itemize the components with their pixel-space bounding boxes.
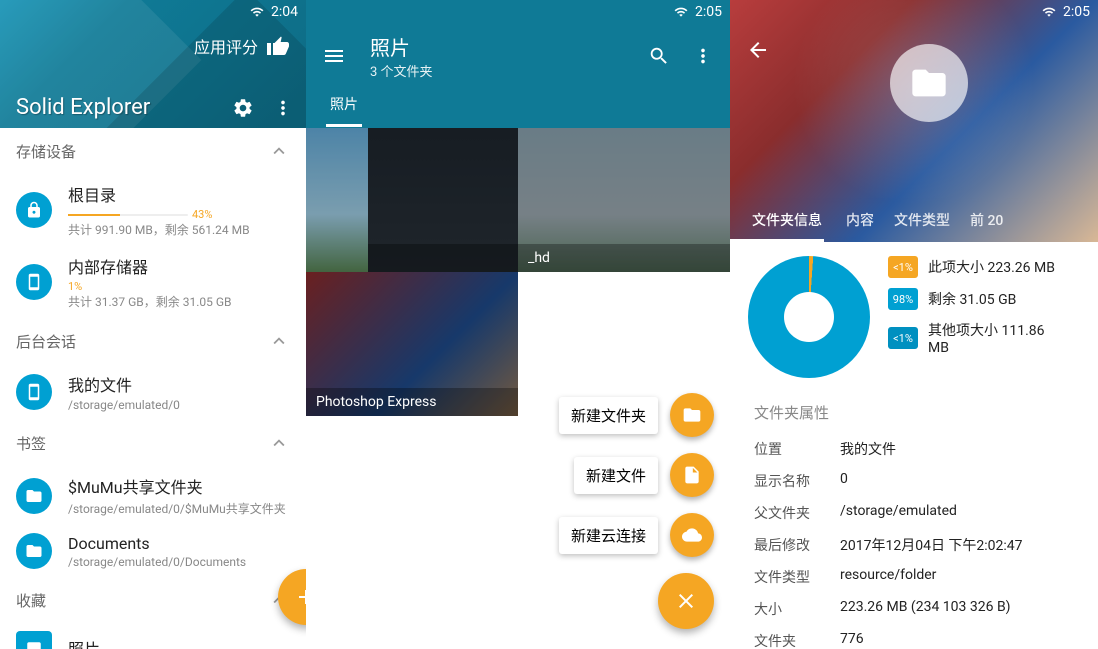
thumb-up-icon bbox=[266, 34, 290, 58]
label-new-cloud: 新建云连接 bbox=[559, 517, 658, 554]
file-icon bbox=[682, 465, 702, 485]
prop-folders: 文件夹776 bbox=[730, 625, 1098, 649]
prop-display: 显示名称0 bbox=[730, 465, 1098, 497]
tab-types[interactable]: 文件类型 bbox=[884, 210, 960, 230]
status-time: 2:04 bbox=[271, 4, 298, 20]
section-bookmarks[interactable]: 书签 bbox=[0, 420, 306, 466]
page-title: 照片 bbox=[370, 32, 626, 61]
tile-photoshop[interactable]: Photoshop Express bbox=[306, 272, 518, 416]
legend-chip-free: 98% bbox=[888, 288, 918, 310]
chevron-up-icon bbox=[268, 432, 290, 454]
prop-type: 文件类型resource/folder bbox=[730, 561, 1098, 593]
status-bar: 2:05 bbox=[306, 0, 730, 24]
wifi-icon bbox=[673, 5, 689, 19]
fab-close[interactable] bbox=[658, 573, 714, 629]
prop-size: 大小223.26 MB (234 103 326 B) bbox=[730, 593, 1098, 625]
app-title: Solid Explorer bbox=[16, 95, 214, 120]
tab-photos[interactable]: 照片 bbox=[326, 84, 362, 127]
plus-icon bbox=[294, 585, 306, 609]
storage-internal[interactable]: 内部存储器 1% 共计 31.37 GB，剩余 31.05 GB bbox=[0, 246, 306, 318]
close-icon bbox=[674, 589, 698, 613]
section-favorites[interactable]: 收藏 bbox=[0, 577, 306, 623]
folder-badge bbox=[890, 44, 968, 122]
bookmark-docs[interactable]: Documents /storage/emulated/0/Documents bbox=[0, 525, 306, 577]
storage-chart-section: <1%此项大小 223.26 MB 98%剩余 31.05 GB <1%其他项大… bbox=[730, 242, 1098, 392]
wifi-icon bbox=[1041, 5, 1057, 19]
prop-modified: 最后修改2017年12月04日 下午2:02:47 bbox=[730, 529, 1098, 561]
photo-grid: 0 _hd Photoshop Express bbox=[306, 128, 730, 416]
fab-new-folder[interactable] bbox=[670, 393, 714, 437]
more-vert-icon[interactable] bbox=[272, 97, 294, 119]
tab-indicator bbox=[730, 239, 824, 242]
more-vert-icon[interactable] bbox=[692, 45, 714, 67]
storage-root[interactable]: 根目录 43% 共计 991.90 MB，剩余 561.24 MB bbox=[0, 174, 306, 246]
speed-dial: 新建文件夹 新建文件 新建云连接 bbox=[559, 393, 714, 629]
tabs: 文件夹信息 内容 文件类型 前 20 bbox=[730, 198, 1098, 242]
back-icon[interactable] bbox=[746, 38, 770, 62]
fab-new-cloud[interactable] bbox=[670, 513, 714, 557]
fab-new-file[interactable] bbox=[670, 453, 714, 497]
gear-icon[interactable] bbox=[232, 97, 254, 119]
legend-chip-other: <1% bbox=[888, 327, 918, 349]
prop-parent: 父文件夹/storage/emulated bbox=[730, 497, 1098, 529]
folder-icon bbox=[16, 533, 52, 569]
status-bar: 2:05 bbox=[730, 0, 1098, 24]
lock-icon bbox=[16, 192, 52, 228]
rating-button[interactable]: 应用评分 bbox=[194, 34, 290, 58]
folder-icon bbox=[16, 478, 52, 514]
folder-icon bbox=[682, 405, 702, 425]
tab-top20[interactable]: 前 20 bbox=[960, 210, 1013, 230]
status-time: 2:05 bbox=[695, 4, 722, 20]
favorite-photos[interactable]: 照片 bbox=[0, 623, 306, 649]
tile-hd[interactable]: _hd bbox=[518, 128, 730, 272]
status-time: 2:05 bbox=[1063, 4, 1090, 20]
chevron-up-icon bbox=[268, 140, 290, 162]
bookmark-mumu[interactable]: $MuMu共享文件夹 /storage/emulated/0/$MuMu共享文件… bbox=[0, 466, 306, 525]
prop-location: 位置我的文件 bbox=[730, 433, 1098, 465]
tab-content[interactable]: 内容 bbox=[836, 210, 884, 230]
section-sessions[interactable]: 后台会话 bbox=[0, 318, 306, 364]
page-subtitle: 3 个文件夹 bbox=[370, 61, 626, 80]
legend-chip-this: <1% bbox=[888, 256, 918, 278]
cloud-icon bbox=[682, 525, 702, 545]
search-icon[interactable] bbox=[648, 45, 670, 67]
peek-tile bbox=[306, 128, 368, 272]
row-title: 根目录 bbox=[68, 182, 290, 206]
label-new-folder: 新建文件夹 bbox=[559, 397, 658, 434]
phone-icon bbox=[16, 374, 52, 410]
props-header: 文件夹属性 bbox=[730, 392, 1098, 433]
section-storage[interactable]: 存储设备 bbox=[0, 128, 306, 174]
chevron-up-icon bbox=[268, 330, 290, 352]
legend: <1%此项大小 223.26 MB 98%剩余 31.05 GB <1%其他项大… bbox=[888, 256, 1080, 378]
session-myfiles[interactable]: 我的文件 /storage/emulated/0 bbox=[0, 364, 306, 420]
donut-chart bbox=[748, 256, 870, 378]
hero-image: 文件夹信息 内容 文件类型 前 20 bbox=[730, 0, 1098, 242]
tab-folder-info[interactable]: 文件夹信息 bbox=[742, 210, 836, 230]
image-icon bbox=[16, 631, 52, 649]
wifi-icon bbox=[249, 5, 265, 19]
label-new-file: 新建文件 bbox=[574, 457, 658, 494]
phone-icon bbox=[16, 264, 52, 300]
status-bar: 2:04 bbox=[0, 0, 306, 24]
menu-icon[interactable] bbox=[322, 44, 346, 68]
